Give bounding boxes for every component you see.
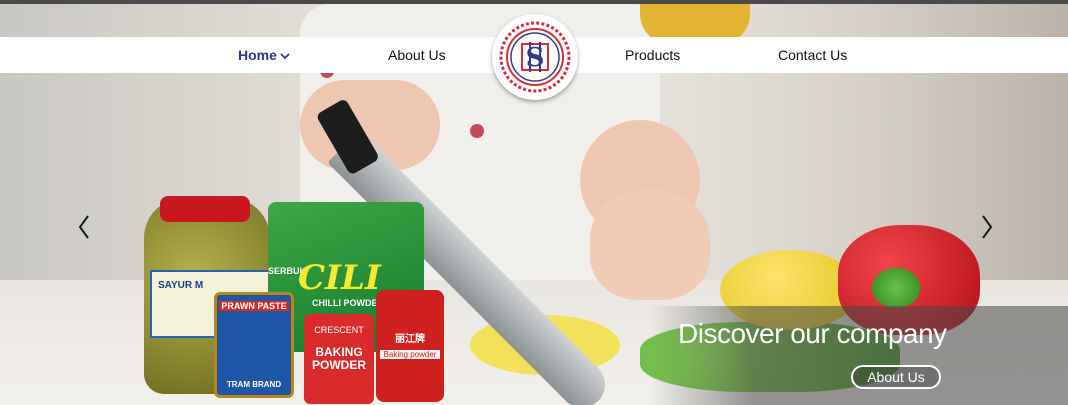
slider-prev-button[interactable] [74, 210, 94, 244]
nav-products-label: Products [625, 47, 681, 63]
baking1-top: CRESCENT [314, 325, 364, 335]
chevron-down-icon [280, 37, 290, 73]
nav-item-about-us[interactable]: About Us [388, 37, 446, 73]
chilli-title: CILI [298, 258, 381, 298]
hero-photo-pepper-stem [872, 268, 920, 308]
baking2-label: Baking powder [380, 350, 440, 359]
prawn-label: PRAWN PASTE [219, 301, 289, 311]
hero-photo-hand [590, 190, 710, 300]
jar-label-text: SAYUR M [158, 280, 204, 291]
nav-item-contact-us[interactable]: Contact Us [778, 37, 847, 73]
slider-next-button[interactable] [977, 210, 997, 244]
company-logo[interactable]: S [492, 14, 578, 100]
nav-item-home[interactable]: Home [238, 37, 290, 73]
nav-home-label: Home [238, 47, 277, 63]
about-us-button[interactable]: About Us [851, 365, 941, 389]
product-jar-lid [160, 196, 250, 222]
baking2-chinese: 丽江牌 [395, 334, 425, 345]
slide-caption: Discover our company [678, 318, 947, 349]
logo-emblem-icon: S [499, 21, 571, 93]
product-prawn-paste: PRAWN PASTE TRAM BRAND [214, 292, 294, 398]
product-baking-powder-can: 丽江牌 Baking powder [376, 290, 444, 402]
chevron-left-icon [78, 215, 89, 239]
chevron-right-icon [982, 215, 993, 239]
baking1-main: BAKING POWDER [312, 345, 366, 373]
prawn-brand: TRAM BRAND [226, 380, 282, 389]
nav-about-label: About Us [388, 47, 446, 63]
nav-contact-label: Contact Us [778, 47, 848, 63]
logo-text: S [526, 43, 545, 73]
product-baking-powder-crescent: CRESCENT BAKING POWDER [304, 314, 374, 404]
nav-item-products[interactable]: Products [625, 37, 680, 73]
chilli-subtitle: CHILLI POWDER [312, 298, 384, 308]
